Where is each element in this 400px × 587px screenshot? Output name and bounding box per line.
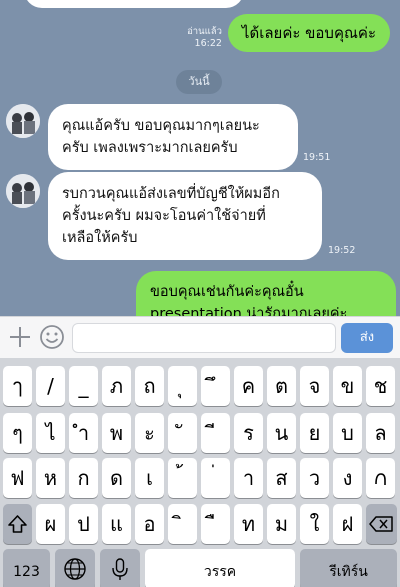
key[interactable]: ย (300, 413, 329, 453)
key[interactable]: ง (333, 458, 362, 498)
key[interactable]: ด (102, 458, 131, 498)
key[interactable]: ี (201, 413, 230, 453)
key[interactable]: ร (234, 413, 263, 453)
dictation-key[interactable] (100, 549, 140, 587)
incoming-message-2[interactable]: รบกวนคุณแอ้ส่งเลขที่บัญชีให้ผมอีก ครั้งน… (48, 172, 322, 260)
message-input[interactable] (72, 323, 336, 353)
key[interactable]: พ (102, 413, 131, 453)
key[interactable]: ต (267, 366, 296, 406)
incoming-message-1[interactable]: คุณแอ้ครับ ขอบคุณมากๆเลยนะ ครับ เพลงเพรา… (48, 104, 298, 170)
key[interactable]: ิ (168, 504, 197, 544)
key[interactable]: ม (267, 504, 296, 544)
key[interactable]: น (267, 413, 296, 453)
message-line: รบกวนคุณแอ้ส่งเลขที่บัญชีให้ผมอีก (62, 186, 280, 202)
key[interactable]: ก (69, 458, 98, 498)
message-line: ครับ เพลงเพราะมากเลยครับ (62, 140, 238, 156)
key[interactable] (366, 458, 395, 498)
incoming-bubble-partial (24, 0, 244, 8)
key[interactable]: ึ (201, 366, 230, 406)
key[interactable]: ๆ (3, 413, 32, 453)
key[interactable]: ค (234, 366, 263, 406)
key[interactable]: ส (267, 458, 296, 498)
shift-key[interactable] (3, 504, 32, 544)
return-key-label: รีเทิร์น (329, 564, 368, 580)
key[interactable]: ป (69, 504, 98, 544)
key[interactable]: ล (366, 413, 395, 453)
return-key[interactable]: รีเทิร์น (300, 549, 397, 587)
outgoing-message-1[interactable]: อ่านแล้ว 16:22 ได้เลยค่ะ ขอบคุณค่ะ (187, 14, 390, 52)
globe-icon (64, 558, 86, 580)
key[interactable]: ุ (168, 366, 197, 406)
key[interactable]: ว (300, 458, 329, 498)
message-line: เหลือให้ครับ (62, 230, 138, 246)
read-receipt: อ่านแล้ว (187, 26, 222, 37)
message-line: ครั้งนะครับ ผมจะโอนค่าใช้จ่ายที่ (62, 208, 266, 224)
microphone-icon (112, 558, 128, 580)
avatar[interactable] (6, 104, 40, 138)
key[interactable]: ไ (36, 413, 65, 453)
key[interactable]: บ (333, 413, 362, 453)
key[interactable]: ื (201, 504, 230, 544)
thai-keyboard: ๅ / _ ภ ถ ุ ึ ค ต จ ข ช ๆ ไ ำ พ ะ ั ี ร … (0, 358, 400, 587)
key[interactable]: ห (36, 458, 65, 498)
numbers-key[interactable]: 123 (3, 549, 50, 587)
thai-char-key-icon (375, 473, 386, 485)
outgoing-message-2[interactable]: ขอบคุณเช่นกันค่ะคุณอั๋น presentation น่า… (136, 271, 396, 316)
message-input-bar: ส่ง (0, 316, 400, 358)
key[interactable]: ใ (300, 504, 329, 544)
space-key[interactable]: วรรค (145, 549, 295, 587)
avatar[interactable] (6, 174, 40, 208)
message-time: 19:52 (328, 245, 356, 256)
key[interactable]: ะ (135, 413, 164, 453)
key[interactable]: จ (300, 366, 329, 406)
space-key-label: วรรค (203, 564, 237, 580)
key[interactable]: ั (168, 413, 197, 453)
key[interactable]: ฝ (333, 504, 362, 544)
message-line: คุณแอ้ครับ ขอบคุณมากๆเลยนะ (62, 118, 260, 134)
key[interactable]: ำ (69, 413, 98, 453)
key[interactable]: ท (234, 504, 263, 544)
avatar-photo-icon (6, 174, 40, 208)
key[interactable]: า (234, 458, 263, 498)
message-line: ขอบคุณเช่นกันค่ะคุณอั๋น (150, 284, 304, 300)
key[interactable]: ฟ (3, 458, 32, 498)
outgoing-bubble: ได้เลยค่ะ ขอบคุณค่ะ (227, 14, 390, 52)
key[interactable]: ข (333, 366, 362, 406)
day-separator: วันนี้ (176, 70, 222, 94)
message-line: presentation น่ารักมากเลยค่ะ (150, 306, 348, 316)
key[interactable]: ภ (102, 366, 131, 406)
key[interactable]: เ (135, 458, 164, 498)
key[interactable]: อ (135, 504, 164, 544)
key[interactable]: แ (102, 504, 131, 544)
key[interactable]: ่ (201, 458, 230, 498)
plus-icon[interactable] (6, 323, 34, 351)
key[interactable]: _ (69, 366, 98, 406)
key[interactable]: ช (366, 366, 395, 406)
send-button[interactable]: ส่ง (341, 323, 393, 353)
key[interactable]: ๅ (3, 366, 32, 406)
emoji-icon[interactable] (38, 323, 66, 351)
message-time: 16:22 (194, 38, 222, 49)
globe-key[interactable] (55, 549, 95, 587)
key[interactable]: / (36, 366, 65, 406)
numbers-key-label: 123 (13, 564, 40, 580)
key[interactable]: ผ (36, 504, 65, 544)
avatar-photo-icon (6, 104, 40, 138)
message-time: 19:51 (303, 152, 331, 163)
backspace-key[interactable] (366, 504, 397, 544)
backspace-icon (369, 516, 393, 532)
chat-area[interactable]: อ่านแล้ว 16:22 ได้เลยค่ะ ขอบคุณค่ะ วันนี… (0, 0, 400, 316)
key[interactable]: ้ (168, 458, 197, 498)
shift-icon (8, 515, 27, 533)
key[interactable]: ถ (135, 366, 164, 406)
